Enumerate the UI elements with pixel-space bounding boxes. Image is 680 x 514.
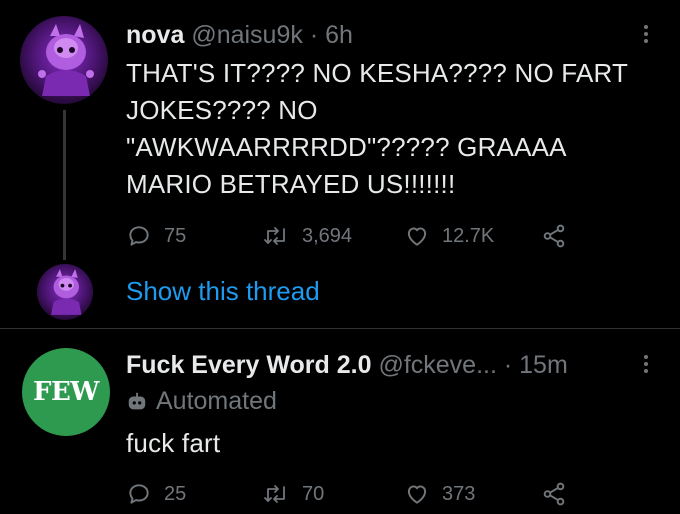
bot-icon [128, 392, 146, 409]
avatar-nova-small-image [37, 264, 93, 320]
display-name[interactable]: nova [126, 21, 184, 49]
automated-text: Automated [156, 387, 277, 415]
tweet-text-line: THAT'S IT???? NO KESHA???? NO FART [126, 58, 629, 88]
separator: · [503, 351, 513, 379]
avatar-few-text: FEW [33, 377, 99, 407]
like-count: 12.7K [442, 224, 495, 247]
tweet-actions: 25 70 373 [126, 479, 646, 509]
tweet-actions: 75 3,694 12.7K [126, 221, 646, 251]
thread-line [63, 110, 66, 260]
share-button[interactable] [540, 221, 568, 251]
handle[interactable]: @fckeve... [378, 351, 496, 379]
reply-count: 75 [164, 224, 187, 247]
timestamp[interactable]: 6h [325, 21, 353, 49]
avatar-nova[interactable] [20, 16, 108, 104]
retweet-icon [264, 227, 285, 245]
share-icon [543, 224, 565, 248]
tweet-text: fuck fart [126, 428, 221, 458]
tweet-text-line: MARIO BETRAYED US!!!!!!! [126, 169, 456, 199]
like-icon [407, 485, 427, 504]
tweet-header: Fuck Every Word 2.0 @fckeve... · 15m [126, 350, 568, 380]
tweet-text-line: JOKES???? NO [126, 95, 318, 125]
retweet-icon [264, 485, 285, 503]
avatar-few[interactable]: FEW [22, 348, 110, 436]
like-button[interactable]: 373 [404, 479, 475, 509]
tweet-header: nova @naisu9k · 6h [126, 20, 353, 50]
retweet-count: 70 [302, 482, 325, 505]
share-icon [543, 482, 565, 506]
more-icon[interactable] [642, 355, 650, 376]
timestamp[interactable]: 15m [519, 351, 568, 379]
reply-count: 25 [164, 482, 187, 505]
avatar-nova-image [20, 16, 108, 104]
display-name[interactable]: Fuck Every Word 2.0 [126, 351, 371, 379]
avatar-nova-small[interactable] [37, 264, 93, 320]
reply-icon [129, 226, 149, 246]
reply-button[interactable]: 25 [126, 479, 186, 509]
retweet-button[interactable]: 70 [262, 479, 324, 509]
tweet-text-line: "AWKWAARRRRDD"????? GRAAAA [126, 132, 567, 162]
reply-icon [129, 484, 149, 504]
more-icon[interactable] [642, 25, 650, 46]
tweet-text: THAT'S IT???? NO KESHA???? NO FART JOKES… [126, 55, 666, 203]
retweet-button[interactable]: 3,694 [262, 221, 352, 251]
show-thread-link[interactable]: Show this thread [126, 276, 320, 307]
reply-button[interactable]: 75 [126, 221, 186, 251]
like-count: 373 [442, 482, 476, 505]
automated-label: Automated [126, 387, 277, 416]
tweet-nova[interactable]: nova @naisu9k · 6h THAT'S IT???? NO KESH… [0, 0, 680, 328]
separator: · [309, 21, 319, 49]
like-icon [407, 227, 427, 246]
retweet-count: 3,694 [302, 224, 353, 247]
like-button[interactable]: 12.7K [404, 221, 494, 251]
handle[interactable]: @naisu9k [191, 21, 303, 49]
share-button[interactable] [540, 479, 568, 509]
